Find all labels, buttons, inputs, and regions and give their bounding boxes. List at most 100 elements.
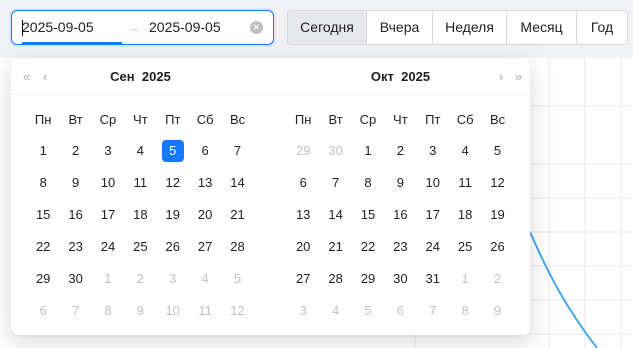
calendar-day[interactable]: 17 xyxy=(92,203,124,227)
calendar-day[interactable]: 30 xyxy=(384,267,416,291)
calendar-day[interactable]: 25 xyxy=(449,235,481,259)
calendar-day[interactable]: 23 xyxy=(59,235,91,259)
calendar-day[interactable]: 30 xyxy=(319,139,351,163)
calendar-day[interactable]: 15 xyxy=(352,203,384,227)
calendar-day[interactable]: 7 xyxy=(59,299,91,323)
calendar-day[interactable]: 13 xyxy=(189,171,221,195)
calendar-day[interactable]: 9 xyxy=(59,171,91,195)
calendar-day[interactable]: 7 xyxy=(319,171,351,195)
calendar-day-selected[interactable]: 5 xyxy=(157,139,189,163)
calendar-day[interactable]: 8 xyxy=(352,171,384,195)
calendar-day[interactable]: 3 xyxy=(417,139,449,163)
calendar-day[interactable]: 13 xyxy=(287,203,319,227)
calendar-day[interactable]: 29 xyxy=(27,267,59,291)
calendar-day[interactable]: 27 xyxy=(189,235,221,259)
calendar-day[interactable]: 2 xyxy=(124,267,156,291)
week-button[interactable]: Неделя xyxy=(432,10,507,45)
date-range-picker[interactable]: 2025-09-05 → 2025-09-05 ✕ xyxy=(11,10,274,45)
calendar-day[interactable]: 11 xyxy=(124,171,156,195)
calendar-day[interactable]: 23 xyxy=(384,235,416,259)
calendar-day[interactable]: 9 xyxy=(481,299,513,323)
calendar-day[interactable]: 28 xyxy=(319,267,351,291)
chevron-right-icon[interactable]: › xyxy=(499,58,503,95)
range-end-input[interactable]: 2025-09-05 xyxy=(149,11,221,44)
yesterday-button[interactable]: Вчера xyxy=(366,10,433,45)
close-circle-icon[interactable]: ✕ xyxy=(250,21,263,34)
year-label[interactable]: 2025 xyxy=(142,69,171,84)
calendar-day[interactable]: 3 xyxy=(157,267,189,291)
today-button[interactable]: Сегодня xyxy=(287,10,367,45)
calendar-day[interactable]: 5 xyxy=(221,267,253,291)
calendar-day[interactable]: 2 xyxy=(384,139,416,163)
calendar-day[interactable]: 3 xyxy=(287,299,319,323)
calendar-day[interactable]: 16 xyxy=(59,203,91,227)
calendar-day[interactable]: 16 xyxy=(384,203,416,227)
calendar-day[interactable]: 5 xyxy=(481,139,513,163)
calendar-day[interactable]: 6 xyxy=(384,299,416,323)
year-label[interactable]: 2025 xyxy=(401,69,430,84)
calendar-day[interactable]: 4 xyxy=(449,139,481,163)
calendar-day[interactable]: 8 xyxy=(27,171,59,195)
calendar-day[interactable]: 2 xyxy=(481,267,513,291)
calendar-day[interactable]: 29 xyxy=(352,267,384,291)
calendar-day[interactable]: 1 xyxy=(352,139,384,163)
calendar-day[interactable]: 12 xyxy=(221,299,253,323)
calendar-day[interactable]: 8 xyxy=(92,299,124,323)
calendar-day[interactable]: 20 xyxy=(287,235,319,259)
calendar-day[interactable]: 5 xyxy=(352,299,384,323)
calendar-day[interactable]: 26 xyxy=(157,235,189,259)
calendar-day[interactable]: 2 xyxy=(59,139,91,163)
calendar-day[interactable]: 1 xyxy=(27,139,59,163)
calendar-day[interactable]: 11 xyxy=(449,171,481,195)
calendar-day[interactable]: 19 xyxy=(157,203,189,227)
year-button[interactable]: Год xyxy=(576,10,628,45)
calendar-day[interactable]: 29 xyxy=(287,139,319,163)
calendar-day[interactable]: 3 xyxy=(92,139,124,163)
calendar-day[interactable]: 18 xyxy=(449,203,481,227)
calendar-day[interactable]: 24 xyxy=(417,235,449,259)
calendar-day[interactable]: 25 xyxy=(124,235,156,259)
calendar-day[interactable]: 10 xyxy=(92,171,124,195)
calendar-day[interactable]: 24 xyxy=(92,235,124,259)
month-label[interactable]: Сен xyxy=(110,69,134,84)
month-button[interactable]: Месяц xyxy=(506,10,577,45)
calendar-day[interactable]: 10 xyxy=(157,299,189,323)
calendar-day[interactable]: 31 xyxy=(417,267,449,291)
calendar-day[interactable]: 6 xyxy=(189,139,221,163)
calendar-day[interactable]: 6 xyxy=(287,171,319,195)
calendar-day[interactable]: 9 xyxy=(124,299,156,323)
calendar-day[interactable]: 14 xyxy=(221,171,253,195)
calendar-day[interactable]: 14 xyxy=(319,203,351,227)
double-chevron-right-icon[interactable]: » xyxy=(515,58,522,95)
calendar-day[interactable]: 17 xyxy=(417,203,449,227)
calendar-day[interactable]: 1 xyxy=(449,267,481,291)
calendar-day[interactable]: 10 xyxy=(417,171,449,195)
calendar-day[interactable]: 12 xyxy=(157,171,189,195)
calendar-day[interactable]: 21 xyxy=(221,203,253,227)
calendar-day[interactable]: 22 xyxy=(352,235,384,259)
calendar-day[interactable]: 4 xyxy=(124,139,156,163)
calendar-day[interactable]: 11 xyxy=(189,299,221,323)
calendar-day[interactable]: 1 xyxy=(92,267,124,291)
calendar-day[interactable]: 21 xyxy=(319,235,351,259)
calendar-day[interactable]: 28 xyxy=(221,235,253,259)
calendar-day[interactable]: 30 xyxy=(59,267,91,291)
calendar-day[interactable]: 22 xyxy=(27,235,59,259)
calendar-day[interactable]: 26 xyxy=(481,235,513,259)
calendar-day[interactable]: 7 xyxy=(221,139,253,163)
calendar-day[interactable]: 4 xyxy=(319,299,351,323)
calendar-day[interactable]: 27 xyxy=(287,267,319,291)
calendar-day[interactable]: 18 xyxy=(124,203,156,227)
calendar-day[interactable]: 12 xyxy=(481,171,513,195)
calendar-day-number: 25 xyxy=(457,239,473,254)
calendar-day[interactable]: 8 xyxy=(449,299,481,323)
calendar-day[interactable]: 15 xyxy=(27,203,59,227)
calendar-day[interactable]: 6 xyxy=(27,299,59,323)
calendar-day[interactable]: 7 xyxy=(417,299,449,323)
calendar-day[interactable]: 20 xyxy=(189,203,221,227)
calendar-day[interactable]: 4 xyxy=(189,267,221,291)
month-label[interactable]: Окт xyxy=(371,69,394,84)
calendar-day[interactable]: 9 xyxy=(384,171,416,195)
calendar-day[interactable]: 19 xyxy=(481,203,513,227)
range-start-input[interactable]: 2025-09-05 xyxy=(22,11,94,44)
